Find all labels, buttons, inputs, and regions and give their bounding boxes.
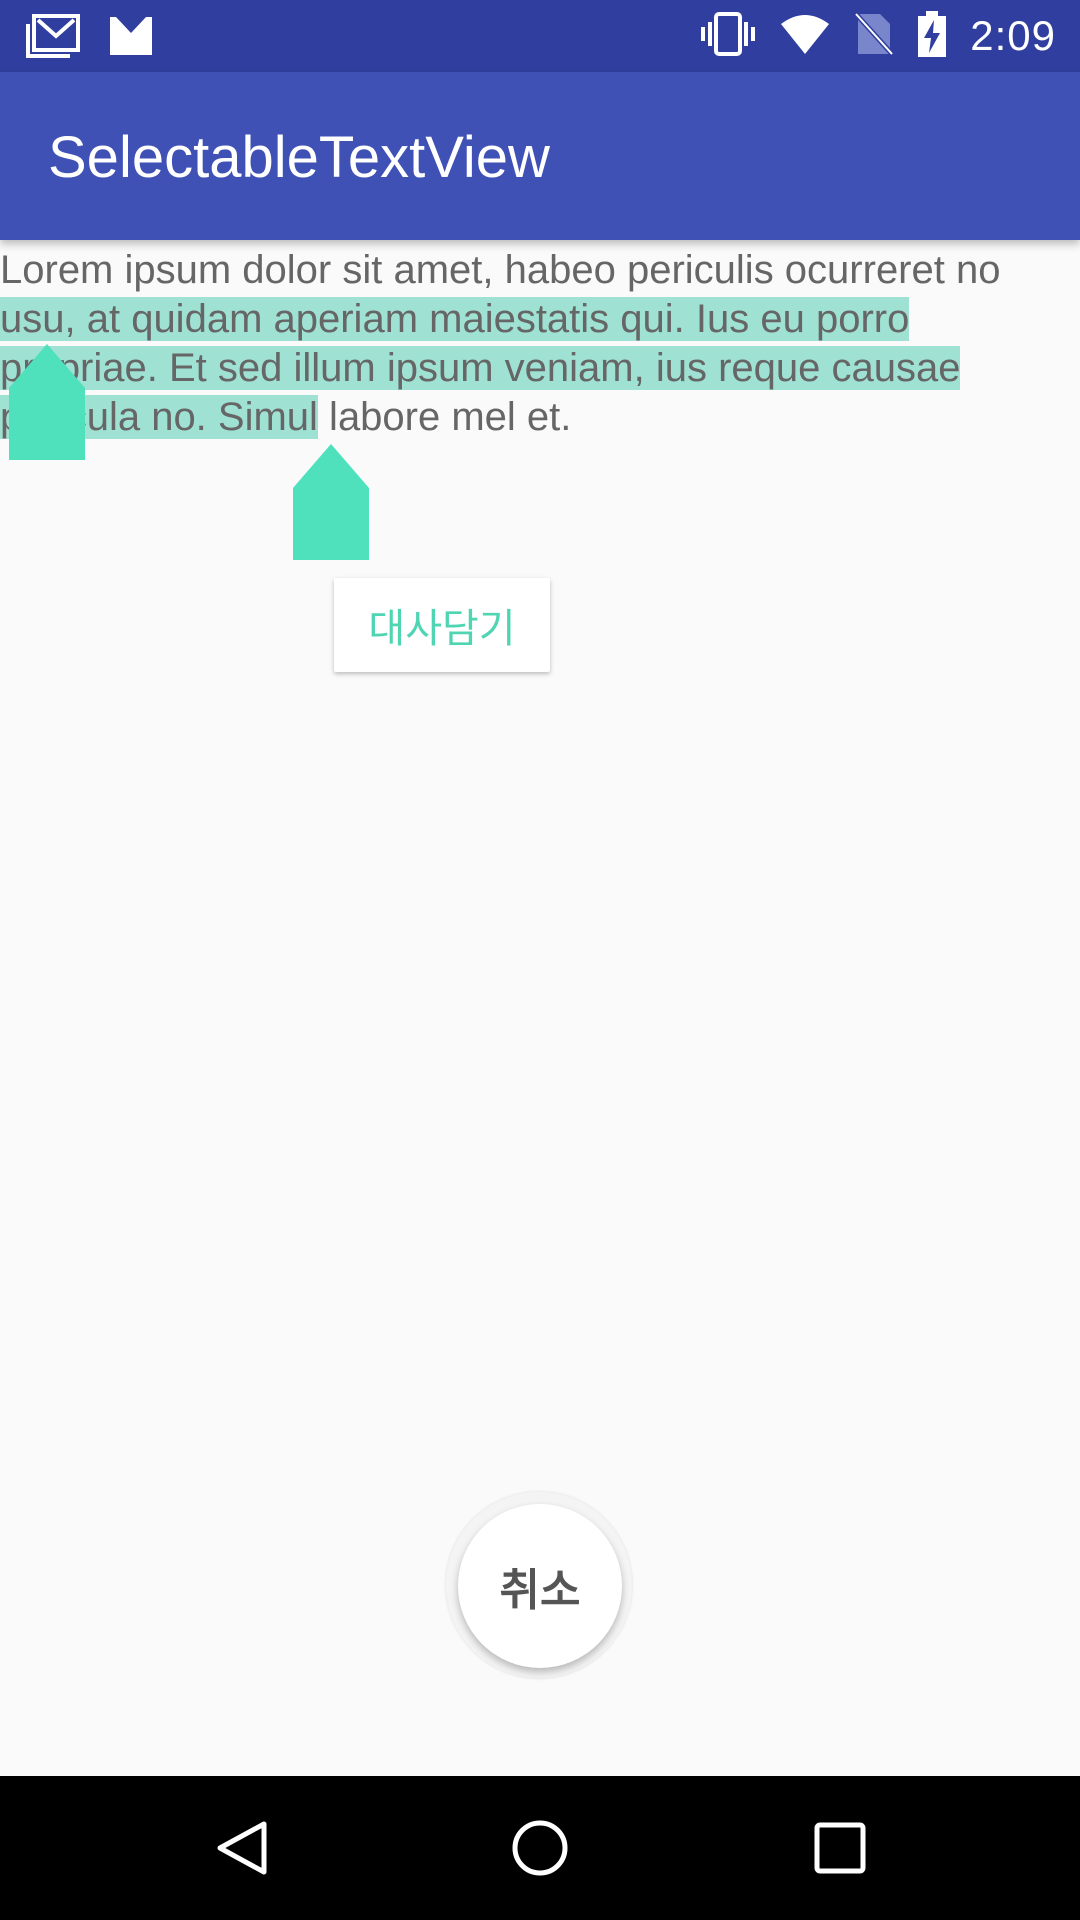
status-time: 2:09 (970, 12, 1056, 59)
screen: 2:09 SelectableTextView Lorem ipsum dolo… (0, 0, 1080, 1920)
navigation-bar (0, 1776, 1080, 1920)
back-icon[interactable] (206, 1812, 278, 1884)
status-system-icons: 2:09 (700, 11, 1056, 61)
vibrate-icon (700, 12, 756, 60)
home-icon[interactable] (504, 1812, 576, 1884)
gallery-mail-icon (26, 14, 80, 62)
battery-charging-icon (918, 11, 947, 61)
recents-icon[interactable] (804, 1812, 876, 1884)
gmail-icon (108, 15, 154, 61)
text-before-selection: Lorem ipsum dolor sit amet, habeo pericu… (0, 248, 1001, 292)
selection-start-handle[interactable] (9, 344, 85, 460)
no-sim-icon (854, 12, 895, 60)
wifi-icon (780, 14, 830, 58)
app-bar: SelectableTextView (0, 72, 1080, 240)
text-after-selection: labore mel et. (317, 395, 572, 439)
selectable-text-view[interactable]: Lorem ipsum dolor sit amet, habeo pericu… (0, 246, 1040, 442)
selection-end-handle[interactable] (293, 444, 369, 560)
status-bar: 2:09 (0, 0, 1080, 72)
app-title: SelectableTextView (48, 125, 550, 190)
add-line-action-button[interactable]: 대사담기 (334, 578, 550, 672)
cancel-button[interactable]: 취소 (458, 1504, 622, 1668)
status-notifications (26, 14, 154, 62)
